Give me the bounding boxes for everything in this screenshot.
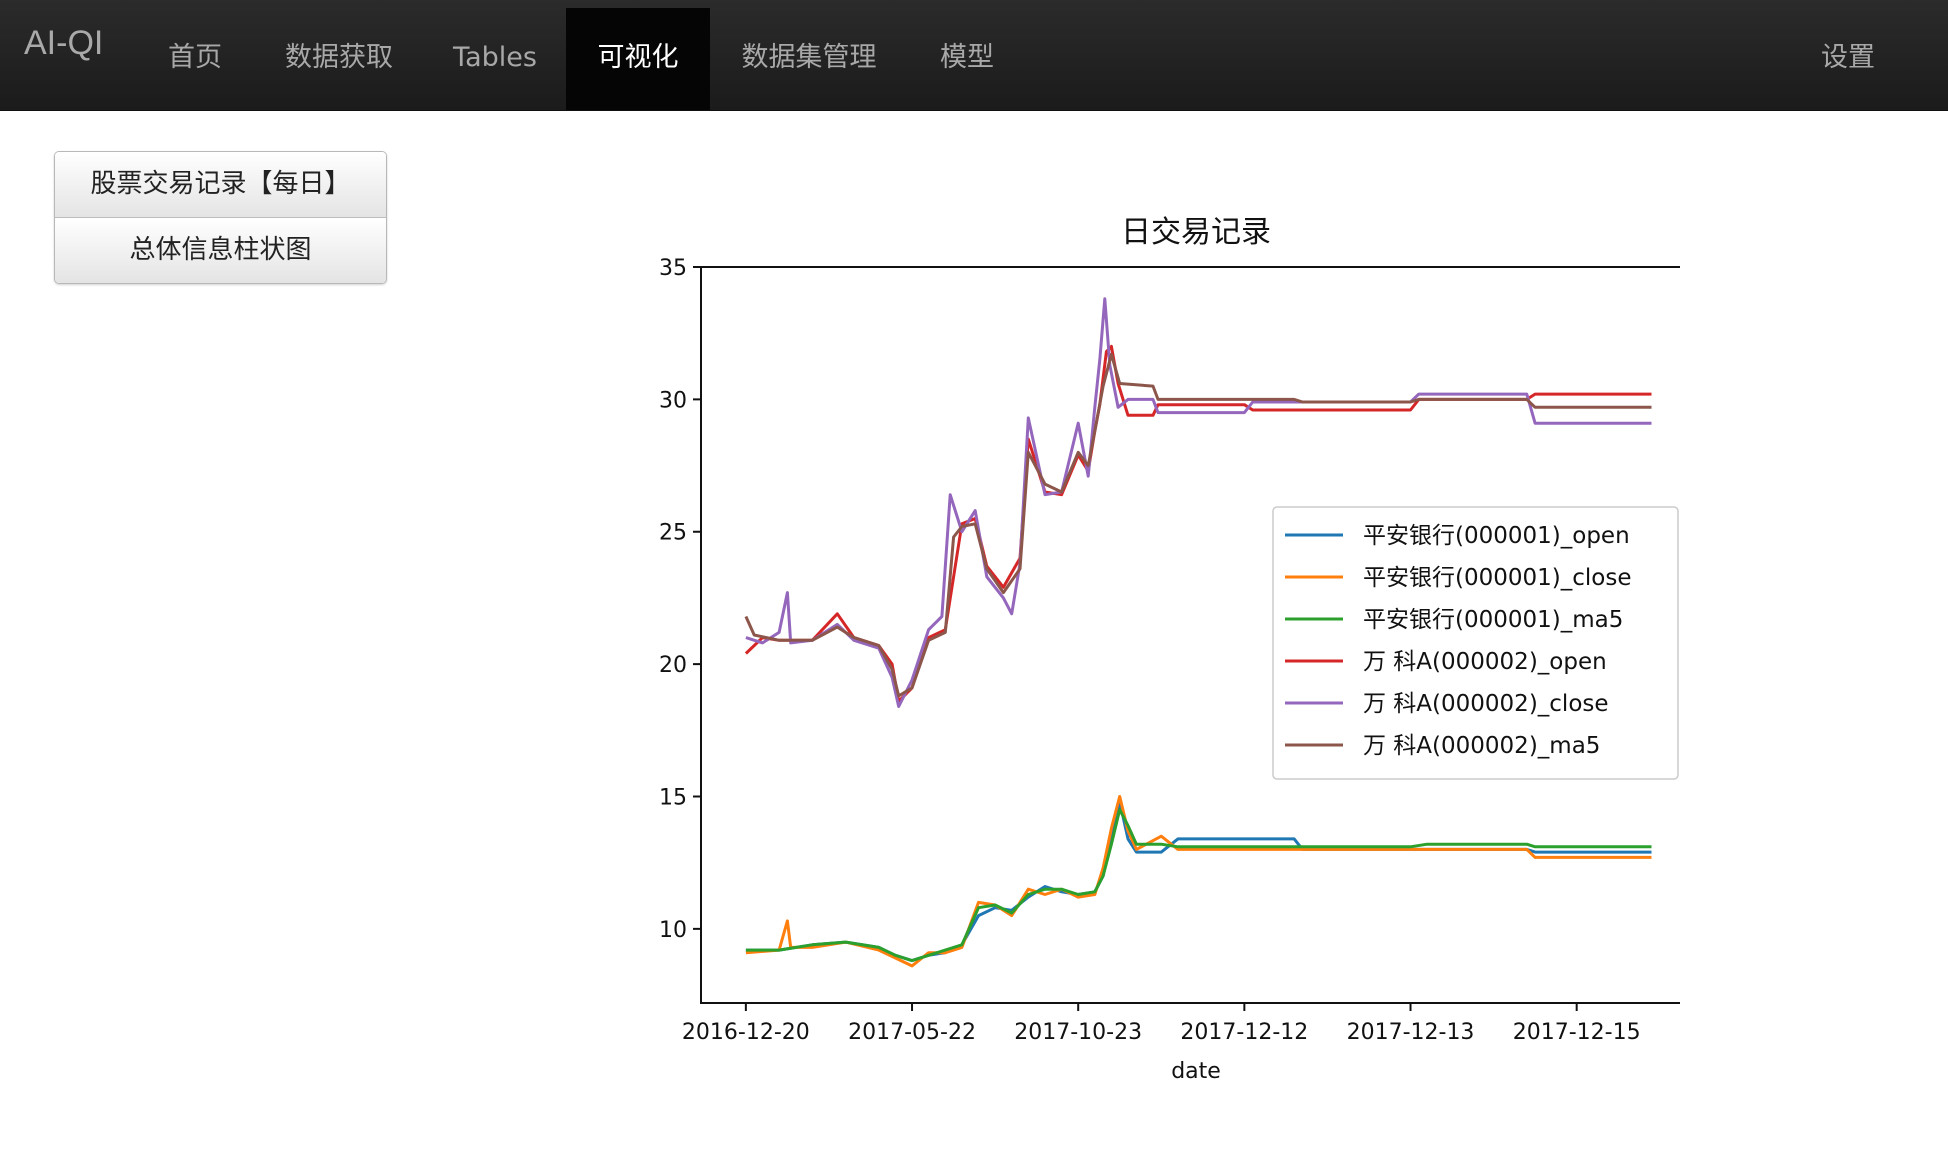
x-tick-label: 2017-10-23 [1014,1020,1142,1045]
nav-item-model[interactable]: 模型 [908,0,1026,110]
sidebar-button-group: 股票交易记录【每日】 总体信息柱状图 [54,151,387,284]
series-line-1-000001-open [745,800,1652,963]
nav-item-data-fetch[interactable]: 数据获取 [262,0,416,110]
x-tick-label: 2017-05-22 [848,1020,976,1045]
brand-logo[interactable]: AI-QI [24,24,103,63]
nav-item-home[interactable]: 首页 [142,0,248,110]
nav-item-dataset-management[interactable]: 数据集管理 [726,0,892,110]
daily-trade-record-button[interactable]: 股票交易记录【每日】 [55,152,386,217]
y-tick-label: 25 [659,521,687,546]
y-tick-label: 10 [659,918,687,943]
legend-label-4: 万 科A(000002)_open [1363,649,1607,675]
y-tick-label: 15 [659,785,687,810]
nav-item-tables[interactable]: Tables [430,0,560,110]
x-tick-label: 2017-12-13 [1347,1020,1475,1045]
x-tick-label: 2017-12-15 [1513,1020,1641,1045]
legend-label-1: 平安银行(000001)_open [1363,523,1630,549]
chart-title: 日交易记录 [1121,215,1271,250]
y-tick-label: 35 [659,256,687,281]
series-line-3-000001-ma5 [745,808,1652,963]
x-tick-label: 2017-12-12 [1180,1020,1308,1045]
legend-label-3: 平安银行(000001)_ma5 [1363,607,1623,633]
y-tick-label: 30 [659,388,687,413]
nav-item-settings[interactable]: 设置 [1800,0,1896,110]
y-tick-label: 20 [659,653,687,678]
daily-trade-chart: 日交易记录 10 15 20 25 30 35 2016-12-20 2017-05-22 20… [659,215,1680,1084]
top-navbar: AI-QI 首页 数据获取 Tables 可视化 数据集管理 模型 设置 [0,0,1948,110]
overview-bar-chart-button[interactable]: 总体信息柱状图 [55,217,386,283]
x-tick-label: 2016-12-20 [682,1020,810,1045]
series-line-2-000001-close [745,795,1652,968]
x-axis-label: date [1171,1059,1221,1084]
legend-label-2: 平安银行(000001)_close [1363,565,1632,591]
legend-label-5: 万 科A(000002)_close [1363,691,1609,717]
legend-label-6: 万 科A(000002)_ma5 [1363,733,1600,759]
nav-item-visualization[interactable]: 可视化 [566,8,710,110]
